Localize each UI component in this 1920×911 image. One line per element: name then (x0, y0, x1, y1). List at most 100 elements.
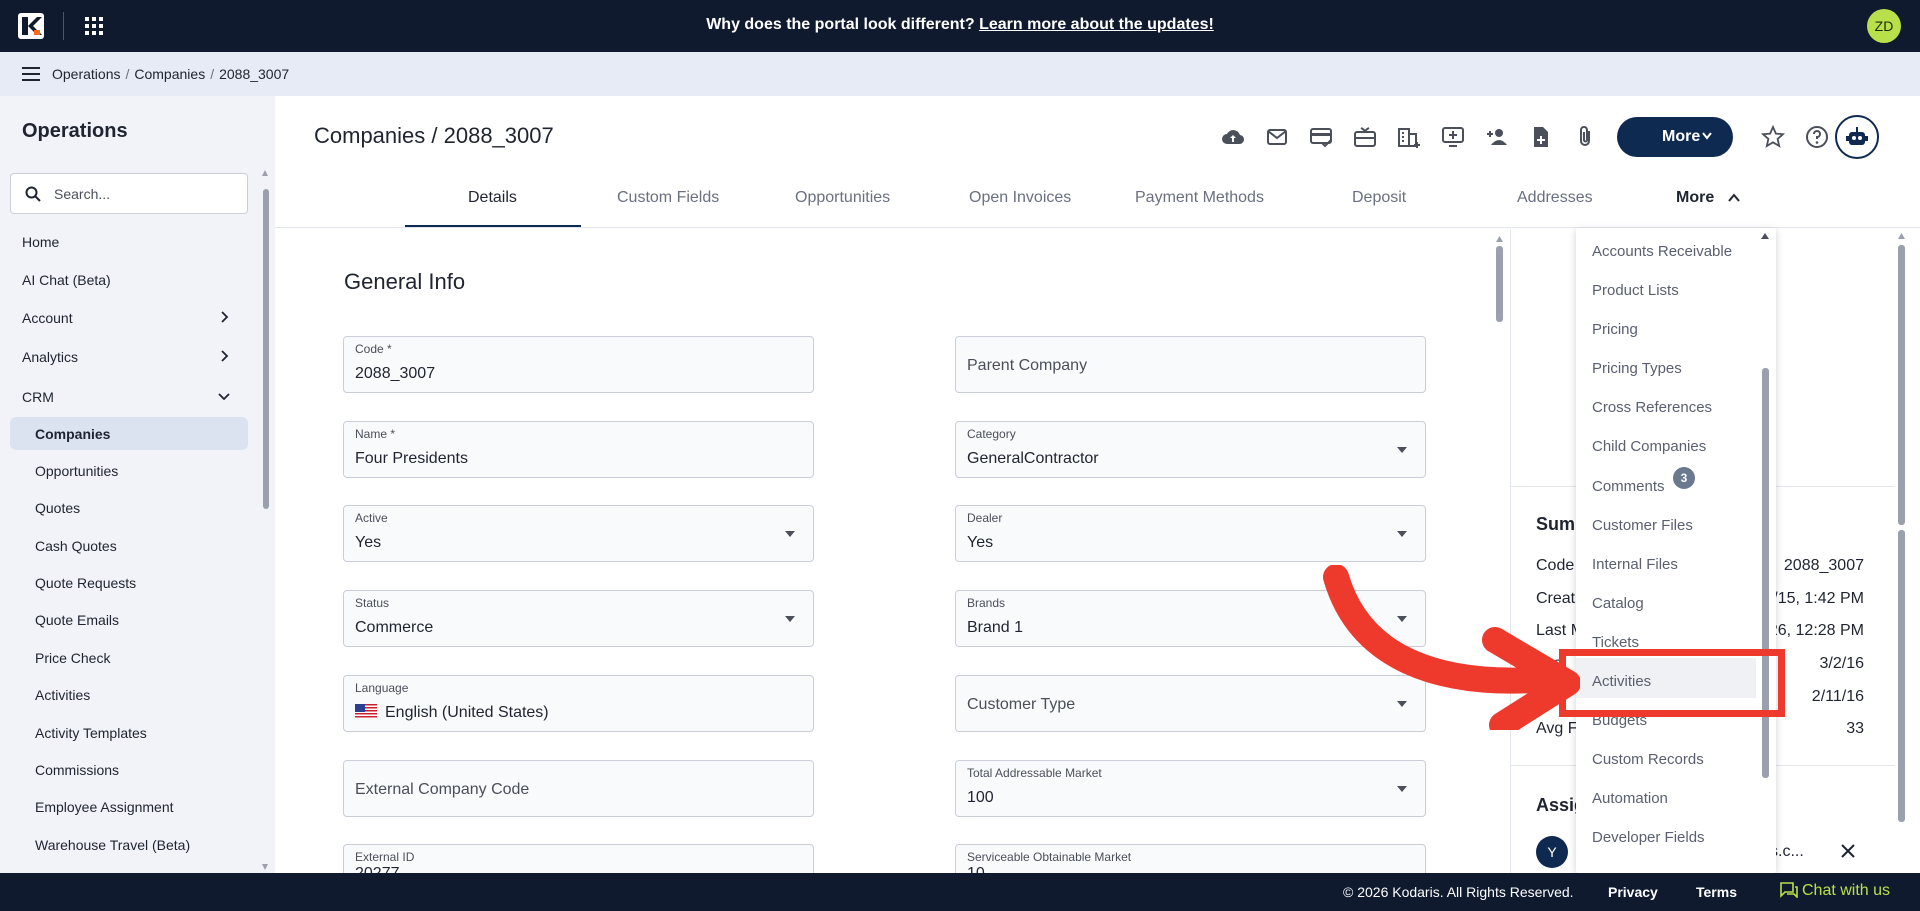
menu-item-catalog[interactable]: Catalog (1592, 595, 1644, 612)
star-icon[interactable] (1761, 125, 1785, 149)
tab-opportunities[interactable]: Opportunities (795, 189, 890, 207)
sidebar-item-quote-requests[interactable]: Quote Requests (35, 575, 136, 591)
sidebar-item-crm[interactable]: CRM (22, 389, 54, 405)
footer-terms-link[interactable]: Terms (1696, 884, 1737, 900)
sidebar-item-ai-chat[interactable]: AI Chat (Beta) (22, 272, 111, 288)
sidebar-item-account[interactable]: Account (22, 310, 73, 326)
main-scroll-up-icon[interactable] (1496, 236, 1503, 242)
assistant-bot-button[interactable] (1835, 115, 1879, 159)
footer-privacy-link[interactable]: Privacy (1608, 884, 1658, 900)
left-sidebar: Operations Search... Home AI Chat (Beta)… (0, 96, 275, 873)
person-add-icon[interactable] (1485, 125, 1509, 149)
tab-addresses[interactable]: Addresses (1517, 189, 1593, 207)
sidebar-item-quotes[interactable]: Quotes (35, 500, 80, 516)
detail-tabs: Details Custom Fields Opportunities Open… (275, 184, 1920, 222)
breadcrumb-operations[interactable]: Operations (52, 66, 120, 82)
sidebar-item-commissions[interactable]: Commissions (35, 762, 119, 778)
active-value: Yes (355, 534, 382, 551)
sidebar-item-activities[interactable]: Activities (35, 687, 90, 703)
external-id-label: External ID (355, 850, 415, 864)
code-field[interactable]: Code * 2088_3007 (343, 336, 814, 393)
banner-learn-more-link[interactable]: Learn more about the updates! (979, 16, 1214, 33)
chat-with-us-button[interactable]: Chat with us (1780, 882, 1890, 900)
menu-item-comments[interactable]: Comments (1592, 478, 1665, 495)
sidebar-item-analytics[interactable]: Analytics (22, 349, 78, 365)
chevron-down-icon[interactable] (218, 390, 230, 402)
sidebar-item-employee-assignment[interactable]: Employee Assignment (35, 799, 174, 815)
menu-item-pricing-types[interactable]: Pricing Types (1592, 360, 1682, 377)
payment-card-check-icon[interactable] (1309, 125, 1333, 149)
menu-hamburger-icon[interactable] (22, 67, 40, 81)
right-scroll-up-icon[interactable] (1898, 233, 1905, 239)
active-select[interactable]: Active Yes (343, 505, 814, 562)
dealer-select[interactable]: Dealer Yes (955, 505, 1426, 562)
sidebar-item-activity-templates[interactable]: Activity Templates (35, 725, 147, 741)
total-addressable-market-value: 100 (967, 789, 994, 806)
sidebar-search-input[interactable]: Search... (10, 173, 248, 214)
language-value: English (United States) (385, 704, 549, 721)
more-tabs-dropdown: Accounts Receivable Product Lists Pricin… (1576, 228, 1776, 873)
top-banner: Why does the portal look different? Lear… (0, 0, 1920, 52)
menu-item-internal-files[interactable]: Internal Files (1592, 556, 1678, 573)
main-scrollbar-thumb[interactable] (1496, 246, 1503, 322)
gift-card-icon[interactable] (1353, 125, 1377, 149)
menu-item-custom-records[interactable]: Custom Records (1592, 751, 1704, 768)
language-value-wrap: English (United States) (355, 704, 549, 722)
serviceable-obtainable-market-value: 10 (967, 865, 985, 873)
chevron-up-icon[interactable] (1728, 193, 1740, 203)
breadcrumb: Operations / Companies/2088_3007 (52, 66, 290, 82)
help-icon[interactable] (1805, 125, 1829, 149)
tab-payment-methods[interactable]: Payment Methods (1135, 189, 1264, 207)
language-select[interactable]: Language English (United States) (343, 675, 814, 732)
tab-custom-fields[interactable]: Custom Fields (617, 189, 719, 207)
name-field[interactable]: Name * Four Presidents (343, 421, 814, 478)
active-label: Active (355, 511, 388, 525)
user-avatar[interactable]: ZD (1867, 9, 1901, 43)
menu-item-customer-files[interactable]: Customer Files (1592, 517, 1693, 534)
status-select[interactable]: Status Commerce (343, 590, 814, 647)
parent-company-field[interactable]: Parent Company (955, 336, 1426, 393)
more-actions-button[interactable]: More (1617, 117, 1733, 157)
remove-assignee-close-icon[interactable] (1840, 843, 1856, 859)
menu-item-pricing[interactable]: Pricing (1592, 321, 1638, 338)
sidebar-item-opportunities[interactable]: Opportunities (35, 463, 118, 479)
tab-details[interactable]: Details (468, 189, 517, 207)
menu-item-product-lists[interactable]: Product Lists (1592, 282, 1679, 299)
chevron-right-icon[interactable] (218, 350, 230, 362)
attachment-icon[interactable] (1573, 125, 1597, 149)
mail-icon[interactable] (1265, 125, 1289, 149)
menu-item-developer-fields[interactable]: Developer Fields (1592, 829, 1705, 846)
tab-deposit[interactable]: Deposit (1352, 189, 1406, 207)
file-add-icon[interactable] (1529, 125, 1553, 149)
status-value: Commerce (355, 619, 434, 636)
sidebar-scrollbar-thumb[interactable] (263, 189, 269, 509)
tab-more[interactable]: More (1676, 189, 1714, 207)
section-title-general-info: General Info (344, 269, 466, 294)
breadcrumb-companies[interactable]: Companies (134, 66, 205, 82)
sidebar-item-companies[interactable]: Companies (35, 426, 110, 442)
building-add-icon[interactable] (1397, 125, 1421, 149)
menu-item-accounts-receivable[interactable]: Accounts Receivable (1592, 243, 1732, 260)
category-select[interactable]: Category GeneralContractor (955, 421, 1426, 478)
menu-item-automation[interactable]: Automation (1592, 790, 1668, 807)
menu-scroll-up-icon[interactable] (1761, 233, 1769, 239)
tab-open-invoices[interactable]: Open Invoices (969, 189, 1071, 207)
cloud-upload-icon[interactable] (1221, 125, 1245, 149)
dropdown-caret-icon (1397, 447, 1407, 453)
serviceable-obtainable-market-select[interactable]: Serviceable Obtainable Market 10 (955, 844, 1426, 873)
menu-item-cross-references[interactable]: Cross References (1592, 399, 1712, 416)
right-scrollbar-lower[interactable] (1898, 530, 1905, 822)
sidebar-item-price-check[interactable]: Price Check (35, 650, 110, 666)
right-scrollbar-thumb[interactable] (1898, 245, 1905, 525)
sidebar-item-home[interactable]: Home (22, 234, 59, 250)
screen-add-icon[interactable] (1441, 125, 1465, 149)
sidebar-item-warehouse-travel[interactable]: Warehouse Travel (Beta) (35, 837, 190, 853)
total-addressable-market-select[interactable]: Total Addressable Market 100 (955, 760, 1426, 817)
sidebar-item-quote-emails[interactable]: Quote Emails (35, 612, 119, 628)
external-id-field[interactable]: External ID 20277 (343, 844, 814, 873)
external-company-code-field[interactable]: External Company Code (343, 760, 814, 817)
menu-item-child-companies[interactable]: Child Companies (1592, 438, 1706, 455)
chevron-right-icon[interactable] (218, 311, 230, 323)
sidebar-item-cash-quotes[interactable]: Cash Quotes (35, 538, 117, 554)
name-label: Name * (355, 427, 396, 441)
